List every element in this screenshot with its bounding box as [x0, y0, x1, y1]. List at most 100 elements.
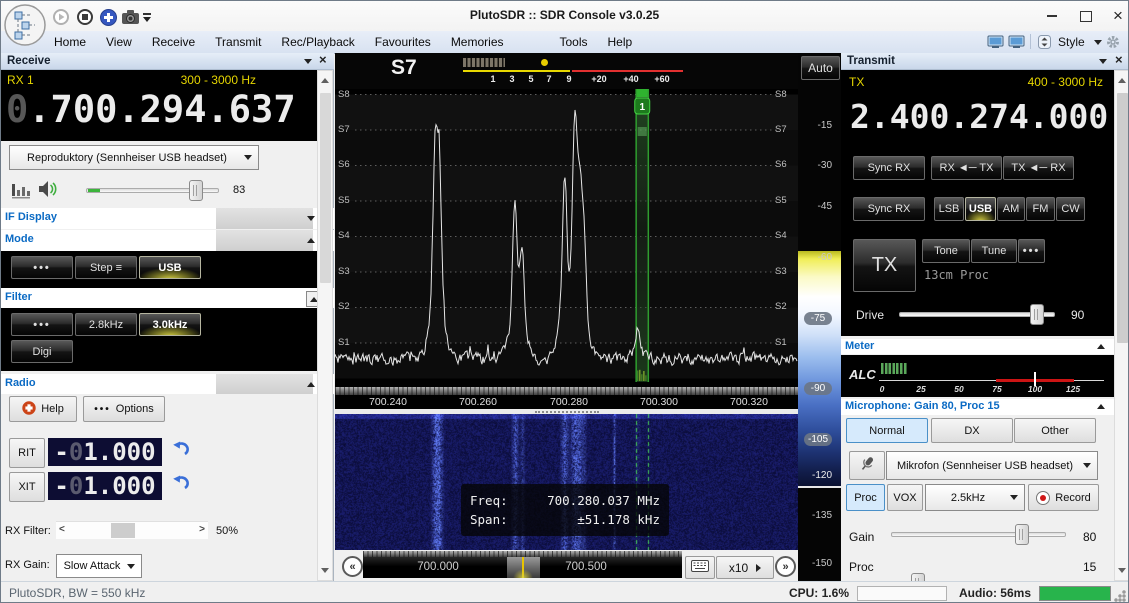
- scrollbar-thumb[interactable]: [320, 93, 331, 283]
- audio-levels-icon[interactable]: [11, 181, 31, 202]
- scroll-up-icon[interactable]: [1118, 78, 1126, 83]
- mic-gain-slider-thumb[interactable]: [1015, 524, 1029, 545]
- rx-filter-scrollbar[interactable]: < >: [56, 521, 208, 539]
- tx-mode-lsb-button[interactable]: LSB: [934, 197, 964, 221]
- receive-panel-close-icon[interactable]: ×: [319, 53, 327, 66]
- microphone-collapse-icon[interactable]: [1097, 404, 1105, 409]
- scrollbar-thumb[interactable]: [1117, 93, 1128, 343]
- profile-normal-button[interactable]: Normal: [846, 418, 928, 443]
- mic-test-button[interactable]: [849, 451, 885, 480]
- radio-collapse-icon[interactable]: [307, 382, 315, 387]
- settings-gear-icon[interactable]: [1105, 34, 1121, 53]
- xit-value-display[interactable]: -0 1.000: [48, 472, 162, 500]
- scroll-up-icon[interactable]: [321, 78, 329, 83]
- filter-section-header[interactable]: Filter: [1, 288, 334, 308]
- rx-from-tx-button[interactable]: RX ◄─ TX: [931, 156, 1002, 180]
- monitor-1-icon[interactable]: [987, 35, 1004, 52]
- spectrum-plot[interactable]: 1 S8 S7 S6 S5 S4 S3 S2 S1 S8 S7 S6 S5 S4…: [335, 89, 798, 387]
- app-logo-icon[interactable]: [3, 3, 47, 50]
- add-icon[interactable]: [100, 9, 117, 29]
- tab-tools[interactable]: Tools: [550, 31, 598, 53]
- waterfall[interactable]: Freq: 700.280.037 MHz Span: ±51.178 kHz: [335, 414, 798, 550]
- tune-button[interactable]: Tune: [971, 239, 1017, 263]
- scroll-down-icon[interactable]: [321, 568, 329, 573]
- proc-toggle-button[interactable]: Proc: [846, 484, 885, 511]
- drive-slider[interactable]: [899, 304, 1055, 325]
- help-button[interactable]: Help: [9, 396, 77, 422]
- stop-radio-icon[interactable]: [77, 9, 93, 28]
- tx-frequency-display[interactable]: TX 400 - 3000 Hz 2.400.274.000 Sync RX R…: [841, 70, 1114, 336]
- rx-gain-select[interactable]: Slow Attack: [56, 554, 142, 578]
- scroll-down-icon[interactable]: [1118, 568, 1126, 573]
- tx-mode-fm-button[interactable]: FM: [1026, 197, 1055, 221]
- sync-rx-button-2[interactable]: Sync RX: [853, 197, 925, 221]
- band-strip[interactable]: 700.000 700.500: [363, 557, 682, 578]
- tab-rec-playback[interactable]: Rec/Playback: [271, 31, 364, 53]
- mic-gain-slider[interactable]: [891, 524, 1066, 545]
- tab-memories[interactable]: Memories: [441, 31, 514, 53]
- keyboard-entry-button[interactable]: [685, 556, 715, 579]
- start-radio-icon[interactable]: [53, 9, 69, 28]
- mic-device-select[interactable]: Mikrofon (Sennheiser USB headset): [886, 451, 1098, 480]
- tab-help[interactable]: Help: [598, 31, 643, 53]
- mode-more-button[interactable]: •••: [11, 256, 73, 279]
- visible-span-region[interactable]: [507, 557, 540, 578]
- tx-mode-usb-button[interactable]: USB: [965, 197, 996, 221]
- volume-slider[interactable]: [86, 180, 219, 201]
- microphone-section-header[interactable]: Microphone: Gain 80, Proc 15: [841, 399, 1114, 415]
- if-display-expand-icon[interactable]: [307, 216, 315, 221]
- rit-value-display[interactable]: -0 1.000: [48, 438, 162, 466]
- screenshot-camera-icon[interactable]: [122, 10, 139, 27]
- tab-home[interactable]: Home: [44, 31, 96, 53]
- vox-toggle-button[interactable]: VOX: [887, 484, 923, 511]
- xit-reset-icon[interactable]: [170, 475, 190, 496]
- scroll-right-icon[interactable]: >: [199, 524, 205, 535]
- qat-customize-icon[interactable]: [143, 13, 151, 22]
- tuning-marker[interactable]: 1: [634, 89, 651, 382]
- profile-dx-button[interactable]: DX: [931, 418, 1013, 443]
- tab-view[interactable]: View: [96, 31, 142, 53]
- tx-mode-cw-button[interactable]: CW: [1056, 197, 1085, 221]
- receive-panel-scrollbar[interactable]: [317, 70, 333, 581]
- audio-output-select[interactable]: Reproduktory (Sennheiser USB headset): [9, 145, 259, 170]
- frequency-ruler[interactable]: [335, 387, 798, 395]
- filter-digi-button[interactable]: Digi: [11, 340, 73, 363]
- volume-slider-thumb[interactable]: [189, 180, 203, 201]
- if-display-section-header[interactable]: IF Display: [1, 208, 334, 229]
- mic-filter-select[interactable]: 2.5kHz: [925, 484, 1025, 511]
- band-scroll-right-button[interactable]: »: [775, 556, 796, 577]
- profile-other-button[interactable]: Other: [1014, 418, 1096, 443]
- tx-more-button[interactable]: •••: [1018, 239, 1045, 263]
- style-button[interactable]: Style: [1058, 35, 1085, 49]
- monitor-2-icon[interactable]: [1008, 35, 1025, 52]
- tab-favourites[interactable]: Favourites: [365, 31, 441, 53]
- record-button[interactable]: Record: [1028, 484, 1099, 511]
- maximize-button[interactable]: [1071, 5, 1101, 27]
- splitter-handle-icon[interactable]: [535, 411, 599, 413]
- sync-rx-button-1[interactable]: Sync RX: [853, 156, 925, 180]
- transmit-panel-menu-icon[interactable]: [1099, 59, 1107, 64]
- close-button[interactable]: ×: [1103, 5, 1128, 27]
- rit-reset-icon[interactable]: [170, 441, 190, 462]
- rx-frequency-display[interactable]: RX 1 300 - 3000 Hz 0.700.294.637: [1, 70, 317, 141]
- meter-section-header[interactable]: Meter: [841, 339, 1114, 354]
- mode-step-button[interactable]: Step ≡: [75, 256, 137, 279]
- tab-receive[interactable]: Receive: [142, 31, 205, 53]
- receive-panel-menu-icon[interactable]: [304, 59, 312, 64]
- band-scroll-left-button[interactable]: «: [342, 556, 363, 577]
- drive-slider-thumb[interactable]: [1030, 304, 1044, 325]
- transmit-panel-close-icon[interactable]: ×: [1115, 53, 1123, 66]
- mode-collapse-icon[interactable]: [307, 238, 315, 243]
- meter-collapse-icon[interactable]: [1097, 344, 1105, 349]
- rit-button[interactable]: RIT: [9, 438, 45, 468]
- waterfall-color-gradient[interactable]: [798, 251, 841, 488]
- tx-mode-am-button[interactable]: AM: [997, 197, 1025, 221]
- tx-from-rx-button[interactable]: TX ◄─ RX: [1003, 156, 1074, 180]
- minimize-button[interactable]: [1037, 5, 1067, 27]
- filter-28khz-button[interactable]: 2.8kHz: [75, 313, 137, 336]
- tx-ptt-button[interactable]: TX: [853, 239, 916, 292]
- speaker-mute-icon[interactable]: [37, 179, 59, 202]
- font-size-spinner-icon[interactable]: [1038, 35, 1051, 52]
- mode-usb-button[interactable]: USB: [139, 256, 201, 279]
- rx-filter-scrollbar-thumb[interactable]: [111, 523, 135, 538]
